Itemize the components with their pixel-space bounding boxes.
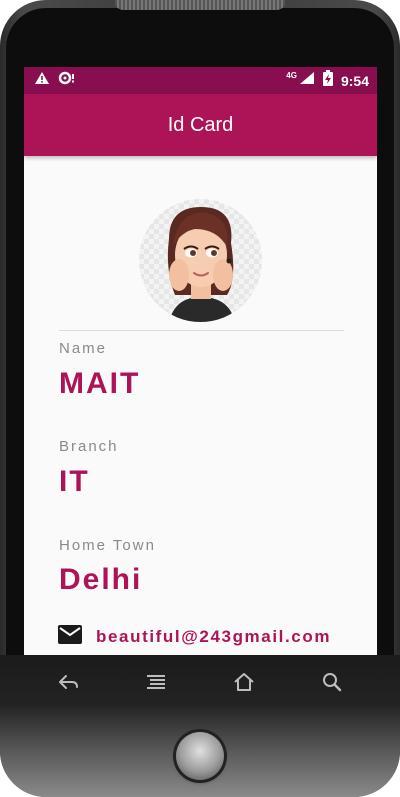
name-label: Name <box>59 340 108 357</box>
branch-value: IT <box>59 465 90 498</box>
app-bar: Id Card <box>24 94 377 156</box>
menu-icon[interactable] <box>144 672 168 692</box>
email-icon <box>58 625 82 649</box>
app-screen: 4G 9:54 Id Card Name MAIT Branch IT Home… <box>24 67 377 655</box>
back-icon[interactable] <box>56 672 80 692</box>
hardware-nav-keys <box>24 660 376 704</box>
email-text: beautiful@243gmail.com <box>96 627 332 646</box>
signal-icon <box>299 71 315 90</box>
avatar <box>139 199 262 322</box>
warning-icon <box>34 71 50 90</box>
home-town-label: Home Town <box>59 537 156 554</box>
home-icon[interactable] <box>232 672 256 692</box>
branch-label: Branch <box>59 438 119 455</box>
divider <box>59 330 344 331</box>
speaker-grille <box>115 0 285 10</box>
cartoon-girl-avatar <box>167 207 235 322</box>
network-type: 4G <box>286 71 297 80</box>
name-value: MAIT <box>59 367 141 400</box>
page-title: Id Card <box>167 113 234 136</box>
clock: 9:54 <box>340 72 369 89</box>
status-bar: 4G 9:54 <box>24 67 377 94</box>
home-button[interactable] <box>176 732 224 780</box>
device-frame: 4G 9:54 Id Card Name MAIT Branch IT Home… <box>0 0 400 797</box>
search-icon[interactable] <box>320 672 344 692</box>
home-town-value: Delhi <box>59 563 143 596</box>
notification-icon <box>58 71 76 90</box>
email-row[interactable]: beautiful@243gmail.com <box>58 625 331 649</box>
battery-charging-icon <box>322 70 333 91</box>
